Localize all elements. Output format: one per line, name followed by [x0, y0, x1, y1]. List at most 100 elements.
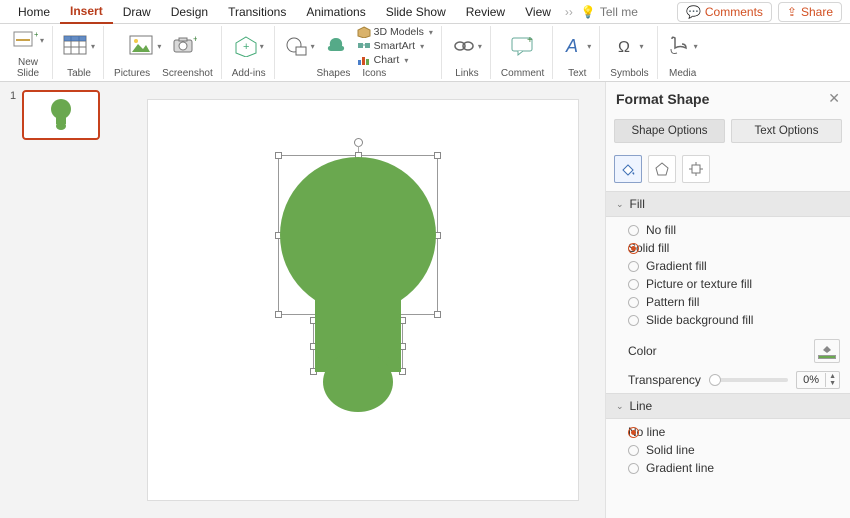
- group-comment: + Comment: [493, 26, 553, 79]
- resize-handle[interactable]: [434, 152, 441, 159]
- fill-section-header[interactable]: ⌄ Fill: [606, 191, 850, 217]
- tab-review[interactable]: Review: [456, 1, 515, 23]
- spinner-up[interactable]: ▲: [826, 373, 839, 380]
- resize-handle[interactable]: [355, 152, 362, 159]
- lightbulb-icon: 💡: [581, 5, 596, 19]
- tab-design[interactable]: Design: [161, 1, 218, 23]
- text-button[interactable]: A ▾: [563, 34, 591, 58]
- resize-handle[interactable]: [434, 232, 441, 239]
- media-button[interactable]: ▾: [668, 35, 698, 57]
- group-table: ▾ Table: [55, 26, 104, 79]
- line-option-0[interactable]: No line: [628, 425, 840, 439]
- fill-options: No fill Solid fill Gradient fill Picture or…: [606, 217, 850, 335]
- resize-handle[interactable]: [355, 368, 362, 375]
- share-button[interactable]: ⇪ Share: [778, 2, 842, 22]
- color-swatch: [818, 355, 836, 359]
- shape-options-tab[interactable]: Shape Options: [614, 119, 725, 143]
- 3d-models-button[interactable]: 3D Models▾: [357, 26, 433, 38]
- screenshot-button[interactable]: +: [171, 35, 197, 57]
- transparency-slider[interactable]: [709, 378, 788, 382]
- menu-tabs: Home Insert Draw Design Transitions Anim…: [0, 0, 850, 24]
- tell-me[interactable]: 💡 Tell me: [581, 5, 638, 19]
- effects-mode-button[interactable]: [648, 155, 676, 183]
- ribbon: + ▾ New Slide ▾ Table ▾ + Pictures Sc: [0, 24, 850, 82]
- selection-bounding-box-rect[interactable]: [313, 320, 403, 372]
- screenshot-label: Screenshot: [162, 66, 213, 79]
- slide[interactable]: [148, 100, 578, 500]
- tab-view[interactable]: View: [515, 1, 561, 23]
- chevron-down-icon: ▾: [639, 42, 643, 51]
- tabs-overflow[interactable]: ››: [561, 5, 577, 19]
- svg-text:A: A: [565, 36, 578, 56]
- size-mode-button[interactable]: [682, 155, 710, 183]
- group-text: A ▾ Text: [555, 26, 600, 79]
- resize-handle[interactable]: [310, 317, 317, 324]
- chevron-down-icon: ▾: [260, 42, 264, 51]
- thumbnail-number: 1: [10, 90, 16, 102]
- resize-handle[interactable]: [434, 311, 441, 318]
- shapes-button[interactable]: ▾: [285, 35, 315, 57]
- comment-icon: 💬: [686, 5, 701, 19]
- symbols-button[interactable]: Ω ▾: [615, 35, 643, 57]
- slide-canvas[interactable]: [120, 82, 605, 518]
- color-label: Color: [628, 344, 657, 358]
- slide-thumbnail-1[interactable]: [22, 90, 100, 140]
- resize-handle[interactable]: [310, 368, 317, 375]
- fill-line-mode-button[interactable]: [614, 155, 642, 183]
- new-slide-label: New Slide: [17, 55, 39, 79]
- format-shape-panel: Format Shape ✕ Shape Options Text Option…: [605, 82, 850, 518]
- chevron-down-icon: ▾: [694, 42, 698, 51]
- text-options-tab[interactable]: Text Options: [731, 119, 842, 143]
- line-section-header[interactable]: ⌄ Line: [606, 393, 850, 419]
- chevron-down-icon: ▾: [429, 28, 433, 37]
- close-panel-button[interactable]: ✕: [828, 90, 840, 107]
- chart-button[interactable]: Chart▾: [357, 54, 409, 66]
- table-button[interactable]: ▾: [63, 35, 95, 57]
- new-slide-button[interactable]: + ▾: [12, 29, 44, 53]
- thumbnail-shape-icon: [50, 98, 72, 132]
- svg-text:Ω: Ω: [618, 39, 630, 56]
- icons-button[interactable]: [325, 35, 347, 57]
- main-area: 1: [0, 82, 850, 518]
- resize-handle[interactable]: [399, 343, 406, 350]
- comments-button[interactable]: 💬 Comments: [677, 2, 772, 22]
- tab-insert[interactable]: Insert: [60, 0, 113, 24]
- resize-handle[interactable]: [355, 317, 362, 324]
- addins-label: Add-ins: [232, 66, 266, 79]
- fill-option-2[interactable]: Gradient fill: [628, 259, 840, 273]
- resize-handle[interactable]: [399, 317, 406, 324]
- comment-button[interactable]: +: [510, 35, 536, 57]
- comment-label: Comment: [501, 66, 544, 79]
- line-option-2[interactable]: Gradient line: [628, 461, 840, 475]
- pictures-button[interactable]: ▾: [129, 35, 161, 57]
- resize-handle[interactable]: [275, 232, 282, 239]
- resize-handle[interactable]: [275, 152, 282, 159]
- resize-handle[interactable]: [399, 368, 406, 375]
- selection-bounding-box-circle[interactable]: [278, 155, 438, 315]
- symbols-label: Symbols: [610, 66, 648, 79]
- tab-slide-show[interactable]: Slide Show: [376, 1, 456, 23]
- resize-handle[interactable]: [275, 311, 282, 318]
- transparency-value[interactable]: 0% ▲▼: [796, 371, 840, 389]
- fill-option-5[interactable]: Slide background fill: [628, 313, 840, 327]
- fill-color-picker[interactable]: [814, 339, 840, 363]
- panel-title: Format Shape: [616, 91, 828, 107]
- tab-draw[interactable]: Draw: [113, 1, 161, 23]
- resize-handle[interactable]: [310, 343, 317, 350]
- fill-option-4[interactable]: Pattern fill: [628, 295, 840, 309]
- spinner-down[interactable]: ▼: [826, 380, 839, 387]
- tab-transitions[interactable]: Transitions: [218, 1, 296, 23]
- tab-home[interactable]: Home: [8, 1, 60, 23]
- fill-option-3[interactable]: Picture or texture fill: [628, 277, 840, 291]
- tab-animations[interactable]: Animations: [296, 1, 375, 23]
- line-option-1[interactable]: Solid line: [628, 443, 840, 457]
- svg-text:+: +: [243, 41, 249, 53]
- links-button[interactable]: ▾: [452, 35, 482, 57]
- chevron-down-icon: ▾: [91, 42, 95, 51]
- transparency-label: Transparency: [628, 373, 701, 387]
- addins-button[interactable]: + ▾: [234, 35, 264, 57]
- chevron-down-icon: ▾: [478, 42, 482, 51]
- smartart-button[interactable]: SmartArt▾: [357, 40, 424, 52]
- fill-option-0[interactable]: No fill: [628, 223, 840, 237]
- fill-option-1[interactable]: Solid fill: [628, 241, 840, 255]
